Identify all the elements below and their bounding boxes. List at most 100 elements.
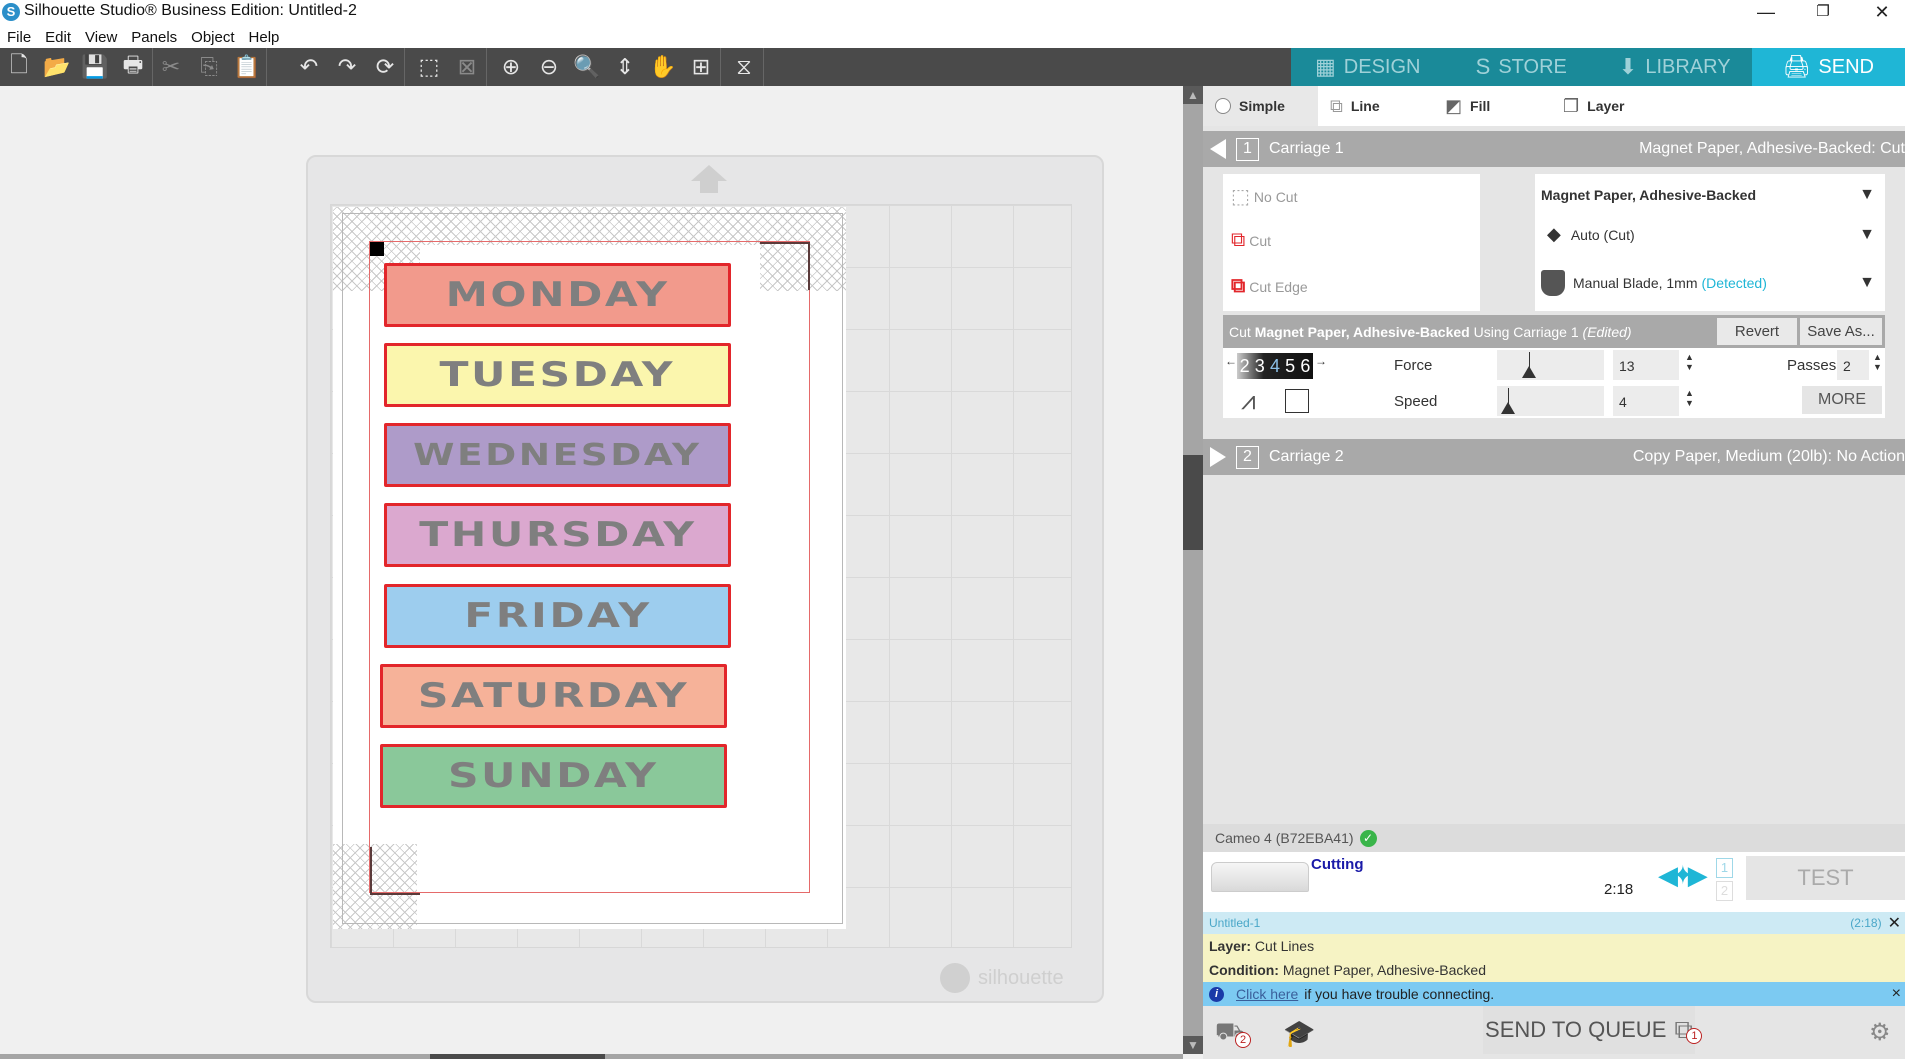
copy-icon[interactable]: ⎘ bbox=[190, 48, 228, 86]
tab-store[interactable]: S STORE bbox=[1445, 48, 1599, 86]
send-to-queue-button[interactable]: SEND TO QUEUE ⧉ 1 bbox=[1483, 1006, 1703, 1054]
day-label-thursday[interactable]: THURSDAY bbox=[384, 503, 731, 567]
horizontal-scrollbar-thumb[interactable] bbox=[430, 1054, 605, 1059]
fit-to-page-icon[interactable]: ⊞ bbox=[682, 48, 720, 86]
no-cut-icon: ⬚ bbox=[1231, 186, 1250, 208]
tab-line[interactable]: ⧉ Line bbox=[1318, 86, 1433, 126]
blade-depth-option[interactable]: 2 bbox=[1240, 356, 1250, 377]
pan-hand-icon[interactable]: ✋ bbox=[644, 48, 682, 86]
blade-depth-option[interactable]: 3 bbox=[1255, 356, 1265, 377]
passes-spinner[interactable]: ▲ ▼ bbox=[1873, 352, 1882, 372]
design-canvas[interactable]: silhouette MONDAY TUESDAY WEDNESDAY THURSDA… bbox=[0, 86, 1183, 1054]
trouble-connecting-link[interactable]: Click here bbox=[1236, 986, 1298, 1002]
open-folder-icon[interactable]: 📂 bbox=[38, 48, 76, 86]
queue-slot-1[interactable]: 1 bbox=[1716, 858, 1733, 878]
blade-depth-left-arrow-icon[interactable]: ← bbox=[1225, 354, 1237, 368]
tab-design[interactable]: ▦ DESIGN bbox=[1291, 48, 1445, 86]
select-all-icon[interactable]: ⬚ bbox=[410, 48, 448, 86]
queue-badge: 1 bbox=[1686, 1028, 1703, 1044]
passes-input[interactable]: 2 bbox=[1837, 350, 1869, 380]
new-document-icon[interactable]: 🗋 bbox=[0, 48, 38, 86]
day-label-wednesday[interactable]: WEDNESDAY bbox=[384, 423, 731, 487]
tab-library[interactable]: ⬇ LIBRARY bbox=[1598, 48, 1752, 86]
collapse-arrow-icon[interactable] bbox=[1210, 139, 1226, 159]
save-icon[interactable]: 💾 bbox=[76, 48, 114, 86]
more-button[interactable]: MORE bbox=[1802, 386, 1882, 414]
zoom-select-icon[interactable]: 🔍 bbox=[568, 48, 606, 86]
send-icon: 🖨 bbox=[1782, 54, 1811, 79]
menu-panels[interactable]: Panels bbox=[124, 27, 184, 48]
drag-zoom-icon[interactable]: ⇕ bbox=[606, 48, 644, 86]
blade-depth-right-arrow-icon[interactable]: → bbox=[1315, 354, 1327, 368]
speed-input[interactable]: 4 bbox=[1613, 386, 1679, 416]
undo-icon[interactable]: ↶ bbox=[290, 48, 328, 86]
tab-fill[interactable]: ◩ Fill bbox=[1433, 86, 1551, 126]
print-icon[interactable]: 🖶 bbox=[114, 48, 152, 86]
move-arrows-icon[interactable]: ◀✦▶ bbox=[1658, 860, 1708, 891]
tutorial-graduation-cap-icon[interactable]: 🎓 bbox=[1283, 1018, 1315, 1049]
force-slider[interactable] bbox=[1497, 350, 1604, 380]
force-slider-thumb[interactable] bbox=[1522, 366, 1536, 378]
redo-icon[interactable]: ↷ bbox=[328, 48, 366, 86]
speed-spinner[interactable]: ▲ ▼ bbox=[1685, 388, 1694, 408]
action-cut[interactable]: ⧉ Cut bbox=[1231, 229, 1271, 252]
tool-checkbox[interactable] bbox=[1285, 389, 1309, 413]
deselect-icon[interactable]: ⊠ bbox=[448, 48, 486, 86]
day-label-monday[interactable]: MONDAY bbox=[384, 263, 731, 327]
blade-depth-option[interactable]: 4 bbox=[1270, 356, 1280, 377]
tab-send[interactable]: 🖨 SEND bbox=[1751, 48, 1905, 86]
stitch-icon[interactable]: ⧖ bbox=[725, 48, 763, 86]
day-label-sunday[interactable]: SUNDAY bbox=[380, 744, 727, 808]
blade-depth-option[interactable]: 6 bbox=[1300, 356, 1310, 377]
cut-icon[interactable]: ✂ bbox=[152, 48, 190, 86]
zoom-in-icon[interactable]: ⊕ bbox=[492, 48, 530, 86]
device-time: 2:18 bbox=[1604, 881, 1634, 898]
menu-view[interactable]: View bbox=[78, 27, 124, 48]
minimize-button[interactable]: — bbox=[1743, 0, 1789, 27]
close-button[interactable]: ✕ bbox=[1859, 0, 1905, 27]
tab-simple[interactable]: Simple bbox=[1203, 86, 1318, 126]
test-button[interactable]: TEST bbox=[1746, 856, 1905, 900]
day-label-saturday[interactable]: SATURDAY bbox=[380, 664, 727, 728]
scroll-up-arrow-icon[interactable]: ▲ bbox=[1183, 86, 1203, 104]
settings-gear-icon[interactable]: ⚙ bbox=[1869, 1018, 1891, 1047]
expand-arrow-icon[interactable] bbox=[1210, 447, 1226, 467]
tool-select[interactable]: Manual Blade, 1mm (Detected) ▼ bbox=[1541, 270, 1875, 296]
force-spinner[interactable]: ▲ ▼ bbox=[1685, 352, 1694, 372]
force-label: Force bbox=[1394, 357, 1433, 374]
vertical-scrollbar[interactable] bbox=[1183, 86, 1203, 1054]
action-cut-edge[interactable]: ⧉ Cut Edge bbox=[1231, 275, 1308, 298]
job-name: Untitled-1 bbox=[1209, 916, 1261, 930]
speed-slider[interactable] bbox=[1497, 386, 1604, 416]
material-select[interactable]: Magnet Paper, Adhesive-Backed ▼ bbox=[1541, 186, 1875, 204]
menu-help[interactable]: Help bbox=[242, 27, 287, 48]
menu-edit[interactable]: Edit bbox=[38, 27, 78, 48]
save-as-button[interactable]: Save As... bbox=[1800, 318, 1882, 345]
job-close-icon[interactable]: ✕ bbox=[1888, 913, 1901, 933]
zoom-out-icon[interactable]: ⊖ bbox=[530, 48, 568, 86]
carriage-number: 2 bbox=[1236, 445, 1259, 469]
tab-layer[interactable]: ❐ Layer bbox=[1551, 86, 1669, 126]
day-label-friday[interactable]: FRIDAY bbox=[384, 584, 731, 648]
blade-depth-selector[interactable]: 23456 bbox=[1237, 353, 1313, 379]
info-close-icon[interactable]: × bbox=[1892, 985, 1901, 1003]
queue-slot-2[interactable]: 2 bbox=[1716, 881, 1733, 901]
menu-object[interactable]: Object bbox=[184, 27, 241, 48]
revert-button[interactable]: Revert bbox=[1717, 318, 1797, 345]
action-select[interactable]: ◆ Auto (Cut) ▼ bbox=[1541, 224, 1875, 245]
menu-file[interactable]: File bbox=[0, 27, 38, 48]
day-label-tuesday[interactable]: TUESDAY bbox=[384, 343, 731, 407]
force-input[interactable]: 13 bbox=[1613, 350, 1679, 380]
speed-slider-thumb[interactable] bbox=[1501, 402, 1515, 414]
carriage-2-header[interactable]: 2 Carriage 2 Copy Paper, Medium (20lb): … bbox=[1203, 439, 1905, 475]
restore-button[interactable]: ❐ bbox=[1800, 0, 1846, 27]
vertical-scrollbar-thumb[interactable] bbox=[1183, 455, 1203, 550]
paste-icon[interactable]: 📋 bbox=[228, 48, 266, 86]
redraw-icon[interactable]: ⟳ bbox=[366, 48, 404, 86]
blade-depth-option[interactable]: 5 bbox=[1285, 356, 1295, 377]
carriage-1-header[interactable]: 1 Carriage 1 Magnet Paper, Adhesive-Back… bbox=[1203, 131, 1905, 167]
action-no-cut[interactable]: ⬚ No Cut bbox=[1231, 184, 1297, 209]
scroll-down-arrow-icon[interactable]: ▼ bbox=[1183, 1036, 1203, 1054]
action-label: Cut Edge bbox=[1249, 278, 1308, 295]
machines-button[interactable]: ⛟ 2 bbox=[1215, 1018, 1251, 1048]
